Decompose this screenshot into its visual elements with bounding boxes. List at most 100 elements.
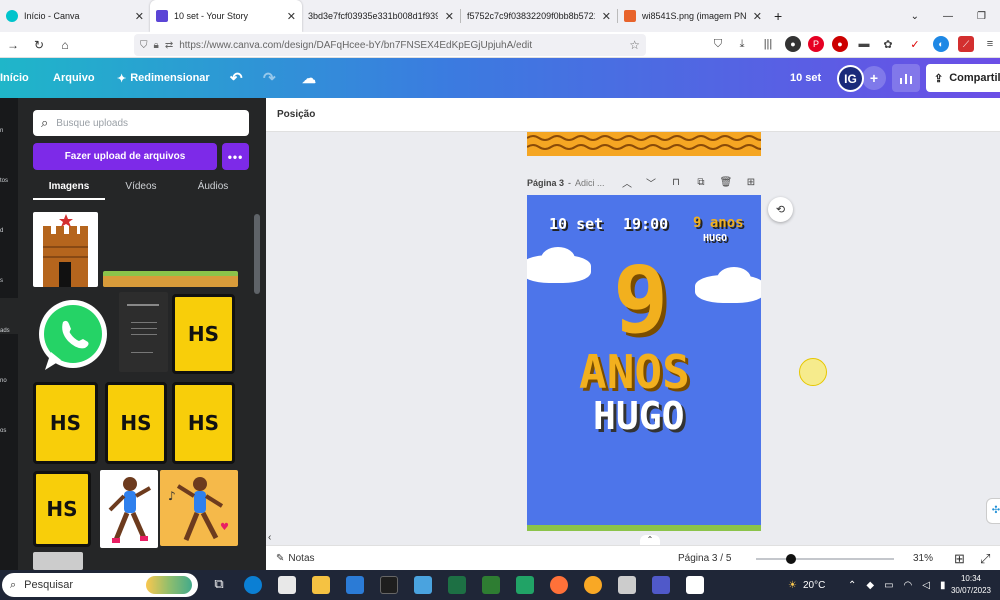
paint-icon[interactable] xyxy=(278,576,296,594)
green-app-icon[interactable] xyxy=(482,576,500,594)
address-bar[interactable]: ⛉ 🔒︎ ⇄ https://www.canva.com/design/DAFq… xyxy=(134,34,646,56)
download-icon[interactable]: ⤓ xyxy=(734,36,750,52)
page-indicator[interactable]: Página 3 / 5 xyxy=(678,546,731,571)
rail-item-label[interactable]: s xyxy=(0,278,3,284)
share-button[interactable]: ⇪ Compartil xyxy=(926,64,1000,92)
design-anos-text[interactable]: ANOS xyxy=(579,345,690,399)
rail-item-label[interactable]: ads xyxy=(0,328,10,334)
document-title[interactable]: 10 set xyxy=(790,58,821,98)
browser-tab-4[interactable]: f5752c7c9f03832209f0bb8b572142... ✕ xyxy=(461,0,617,32)
wifi-icon[interactable]: ◠ xyxy=(904,580,913,591)
zoom-slider-knob[interactable] xyxy=(785,554,796,564)
browser-tab-canva-home[interactable]: Início - Canva ✕ xyxy=(0,0,150,32)
uploads-search-box[interactable]: ⌕ xyxy=(33,110,249,136)
chevron-up-icon[interactable]: ︿ xyxy=(620,175,634,190)
zoom-slider-track[interactable] xyxy=(756,558,894,560)
tray-chevron-icon[interactable]: ⌃ xyxy=(848,580,856,591)
vivaldi-icon[interactable]: ✓ xyxy=(907,36,923,52)
rail-item-label[interactable]: no xyxy=(0,378,7,384)
upload-thumb-hs-logo-3[interactable]: HS xyxy=(105,382,167,464)
position-button[interactable]: Posição xyxy=(277,109,315,120)
app-orange-icon[interactable] xyxy=(584,576,602,594)
browser-tab-your-story[interactable]: 10 set - Your Story ✕ xyxy=(150,0,302,32)
rail-item-label[interactable]: tos xyxy=(0,178,8,184)
uploads-search-input[interactable] xyxy=(56,117,249,129)
sync-icon[interactable]: ◐ xyxy=(933,36,949,52)
forward-icon[interactable]: → xyxy=(4,36,22,54)
terminal-icon[interactable] xyxy=(380,576,398,594)
undo-icon[interactable]: ↶ xyxy=(230,58,243,98)
upload-thumb-whatsapp[interactable] xyxy=(33,296,113,376)
design-page[interactable]: 10 set 19:00 9 anos HUGO 9 ANOS HUGO xyxy=(527,195,761,531)
battery-icon[interactable]: ▮ xyxy=(940,580,946,591)
file-explorer-icon[interactable] xyxy=(312,576,330,594)
page-title-input[interactable]: Adici ... xyxy=(575,178,605,188)
bookmark-star-icon[interactable]: ☆ xyxy=(629,38,640,52)
scroll-left-icon[interactable]: ‹ xyxy=(268,532,271,543)
library-icon[interactable]: ||| xyxy=(760,36,776,52)
upload-thumb-dancer[interactable] xyxy=(100,470,158,548)
design-name-text[interactable]: HUGO xyxy=(593,393,685,439)
upload-thumb-dancer-2[interactable]: ♪ ♥ xyxy=(160,470,238,546)
more-options-button[interactable]: ••• xyxy=(222,143,249,170)
assistant-icon[interactable]: ✣ xyxy=(986,498,1000,524)
taskbar-search[interactable]: ⌕ Pesquisar xyxy=(2,573,198,597)
excel-icon[interactable] xyxy=(448,576,466,594)
pinterest-icon[interactable]: P xyxy=(808,36,824,52)
upload-thumb-castle[interactable] xyxy=(33,212,98,287)
tab-images[interactable]: Imagens xyxy=(33,178,105,200)
adblock-icon[interactable]: ● xyxy=(832,36,848,52)
whatsapp-taskbar-icon[interactable] xyxy=(516,576,534,594)
pdf-icon[interactable]: ⟋ xyxy=(958,36,974,52)
upload-files-button[interactable]: Fazer upload de arquivos xyxy=(33,143,217,170)
lock-page-icon[interactable]: ⊓ xyxy=(669,175,683,189)
home-link[interactable]: Início xyxy=(0,58,29,98)
browser-tab-3[interactable]: 3bd3e7fcf03935e331b008d1f9398... ✕ xyxy=(302,0,460,32)
add-comment-icon[interactable]: ⟲ xyxy=(768,197,793,222)
zoom-level[interactable]: 31% xyxy=(913,546,933,571)
app-gray-icon[interactable] xyxy=(618,576,636,594)
previous-page-preview[interactable] xyxy=(527,132,761,156)
task-view-icon[interactable]: ⧉ xyxy=(210,576,228,594)
insights-chart-icon[interactable] xyxy=(892,64,920,92)
close-tab-icon[interactable]: ✕ xyxy=(753,10,762,23)
upload-thumb-partial[interactable] xyxy=(33,552,83,570)
add-collaborator-icon[interactable]: + xyxy=(862,66,886,90)
upload-thumb-ground-strip[interactable] xyxy=(103,271,238,287)
app-icon[interactable] xyxy=(414,576,432,594)
restore-icon[interactable]: ❐ xyxy=(977,11,986,22)
edge-icon[interactable] xyxy=(244,576,262,594)
chevron-down-icon[interactable]: ﹀ xyxy=(644,175,658,190)
tab-audios[interactable]: Áudios xyxy=(177,178,249,200)
pocket-icon[interactable]: ⛉ xyxy=(710,36,726,52)
firefox-icon[interactable] xyxy=(550,576,568,594)
extension-icon[interactable]: ● xyxy=(785,36,801,52)
close-tab-icon[interactable]: ✕ xyxy=(602,10,611,23)
taskbar-clock[interactable]: 10:34 30/07/2023 xyxy=(948,573,994,597)
design-age-label[interactable]: 9 anos xyxy=(693,215,744,231)
avatar[interactable]: IG xyxy=(837,65,864,92)
tab-videos[interactable]: Vídeos xyxy=(105,178,177,200)
minimize-icon[interactable]: — xyxy=(943,11,953,22)
upload-thumb-hs-logo-4[interactable]: HS xyxy=(172,382,235,464)
resize-menu[interactable]: ✦ Redimensionar xyxy=(117,58,210,98)
extension-puzzle-icon[interactable]: ✿ xyxy=(880,36,896,52)
notes-button[interactable]: ✎ Notas xyxy=(276,546,315,571)
redo-icon[interactable]: ↷ xyxy=(263,58,276,98)
fullscreen-icon[interactable]: ⤢ xyxy=(980,546,990,571)
upload-thumb-hs-logo-2[interactable]: HS xyxy=(33,382,98,464)
upload-thumb-dark-document[interactable] xyxy=(119,292,168,372)
volume-icon[interactable]: ◁ xyxy=(922,580,930,591)
design-date-text[interactable]: 10 set xyxy=(549,215,603,233)
new-tab-button[interactable]: + xyxy=(768,0,792,32)
show-pages-chevron-icon[interactable]: ⌃ xyxy=(640,535,660,545)
screen-icon[interactable]: ▬ xyxy=(856,36,872,52)
file-menu[interactable]: Arquivo xyxy=(53,58,95,98)
weather-widget[interactable]: ☀ 20°C xyxy=(788,570,825,600)
design-age-name[interactable]: HUGO xyxy=(703,233,727,244)
duplicate-page-icon[interactable]: ⧉ xyxy=(694,175,708,189)
upload-thumb-hs-logo-5[interactable]: HS xyxy=(33,471,91,547)
tab-list-icon[interactable]: ⌄ xyxy=(911,11,919,22)
design-time-text[interactable]: 19:00 xyxy=(623,215,668,233)
close-tab-icon[interactable]: ✕ xyxy=(445,10,454,23)
